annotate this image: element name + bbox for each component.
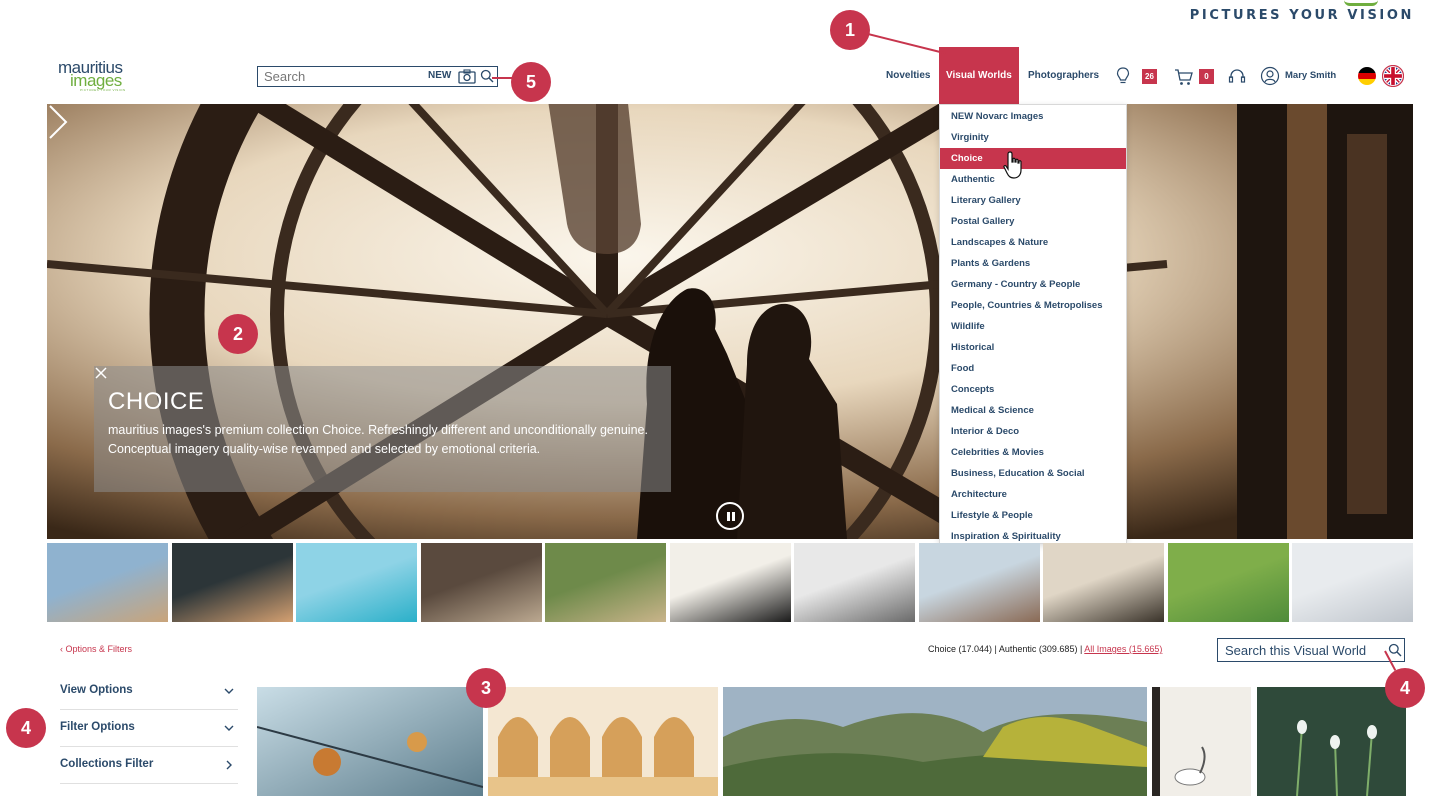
marker-4-left: 4 <box>6 708 46 748</box>
thumbnail-strip <box>47 543 1413 622</box>
count-all-images[interactable]: All Images (15.665) <box>1084 644 1162 654</box>
dropdown-item[interactable]: Medical & Science <box>940 400 1126 421</box>
thumb-feathers[interactable] <box>794 543 915 622</box>
dropdown-item[interactable]: Lifestyle & People <box>940 505 1126 526</box>
search-input[interactable] <box>264 68 414 85</box>
camera-icon[interactable] <box>458 69 476 84</box>
caption-text: mauritius images's premium collection Ch… <box>108 423 648 456</box>
grid-image-frost-leaves[interactable] <box>257 687 483 796</box>
thumb-silhouette[interactable] <box>1043 543 1164 622</box>
lightbox-count-badge: 26 <box>1142 69 1157 84</box>
dropdown-item[interactable]: Authentic <box>940 169 1126 190</box>
new-badge: NEW <box>428 70 452 81</box>
dropdown-item[interactable]: Wildlife <box>940 316 1126 337</box>
search-icon[interactable] <box>1388 643 1402 657</box>
visual-world-search-input[interactable] <box>1225 642 1385 659</box>
thumb-fence[interactable] <box>421 543 542 622</box>
thumb-selfie[interactable] <box>172 543 293 622</box>
brand-tagline: PICTURES YOUR VISION <box>1189 8 1414 23</box>
dropdown-item[interactable]: Postal Gallery <box>940 211 1126 232</box>
thumb-pool[interactable] <box>296 543 417 622</box>
grid-image-mosque-arches[interactable] <box>488 687 718 796</box>
chevron-right-icon <box>226 760 232 770</box>
filter-options-label: Filter Options <box>60 721 135 733</box>
filter-options-toggle[interactable]: Filter Options <box>60 710 238 747</box>
thumb-river-aerial[interactable] <box>1168 543 1289 622</box>
grid-image-swan[interactable] <box>1152 687 1251 796</box>
collection-counts: Choice (17.044) | Authentic (309.685) | … <box>928 644 1162 654</box>
dropdown-item[interactable]: Celebrities & Movies <box>940 442 1126 463</box>
flag-uk-icon[interactable] <box>1382 65 1404 87</box>
dropdown-item[interactable]: NEW Novarc Images <box>940 106 1126 127</box>
dropdown-item[interactable]: Landscapes & Nature <box>940 232 1126 253</box>
visual-world-search-box <box>1217 638 1405 662</box>
headset-icon[interactable] <box>1228 68 1246 86</box>
dropdown-item[interactable]: Germany - Country & People <box>940 274 1126 295</box>
hero-caption: CHOICE mauritius images's premium collec… <box>94 366 671 492</box>
chevron-right-icon[interactable] <box>47 104 69 140</box>
cart-icon[interactable] <box>1174 68 1194 86</box>
nav-visual-worlds[interactable]: Visual Worlds <box>939 47 1019 104</box>
user-name[interactable]: Mary Smith <box>1285 70 1336 81</box>
marker-2: 2 <box>218 314 258 354</box>
collections-filter-label: Collections Filter <box>60 758 154 770</box>
lightbulb-icon[interactable] <box>1116 66 1130 86</box>
marker-4-right: 4 <box>1385 668 1425 708</box>
count-choice[interactable]: Choice (17.044) <box>928 644 992 654</box>
thumb-clock[interactable] <box>670 543 791 622</box>
user-icon[interactable] <box>1260 66 1280 86</box>
marker-3: 3 <box>466 668 506 708</box>
thumb-elderly-man[interactable] <box>919 543 1040 622</box>
flag-de-icon[interactable] <box>1357 66 1377 86</box>
thumb-elephant-snow[interactable] <box>1292 543 1413 622</box>
thumb-man-desert[interactable] <box>47 543 168 622</box>
nav-novelties[interactable]: Novelties <box>886 47 930 104</box>
dropdown-item[interactable]: People, Countries & Metropolises <box>940 295 1126 316</box>
chevron-down-icon <box>224 688 234 694</box>
collections-filter-toggle[interactable]: Collections Filter <box>60 747 238 784</box>
thumb-picnic[interactable] <box>545 543 666 622</box>
count-authentic[interactable]: Authentic (309.685) <box>999 644 1078 654</box>
marker-1: 1 <box>830 10 870 50</box>
dropdown-item[interactable]: Business, Education & Social <box>940 463 1126 484</box>
caption-title: CHOICE <box>108 388 205 415</box>
dropdown-item[interactable]: Concepts <box>940 379 1126 400</box>
logo[interactable]: mauritius images PICTURES YOUR VISION <box>58 58 148 94</box>
tagline-swoosh-icon <box>1344 0 1378 6</box>
dropdown-item[interactable]: Historical <box>940 337 1126 358</box>
grid-image-snowdrops[interactable] <box>1257 687 1406 796</box>
dropdown-item[interactable]: Food <box>940 358 1126 379</box>
visual-worlds-dropdown: NEW Novarc Images Virginity Choice Authe… <box>939 104 1127 544</box>
dropdown-item[interactable]: Virginity <box>940 127 1126 148</box>
view-options-label: View Options <box>60 684 133 696</box>
close-icon[interactable] <box>94 366 108 380</box>
pause-icon[interactable] <box>716 502 744 530</box>
cart-count-badge: 0 <box>1199 69 1214 84</box>
options-filters-link[interactable]: ‹ Options & Filters <box>60 644 132 654</box>
marker-5: 5 <box>511 62 551 102</box>
grid-image-mountains[interactable] <box>723 687 1147 796</box>
count-separator: | <box>992 644 999 654</box>
hand-cursor-icon <box>1003 151 1022 179</box>
logo-subline: PICTURES YOUR VISION <box>80 88 126 92</box>
search-bar: NEW <box>257 66 498 87</box>
dropdown-item[interactable]: Plants & Gardens <box>940 253 1126 274</box>
nav-photographers[interactable]: Photographers <box>1028 47 1099 104</box>
dropdown-item[interactable]: Architecture <box>940 484 1126 505</box>
search-icon[interactable] <box>480 69 494 83</box>
dropdown-item[interactable]: Interior & Deco <box>940 421 1126 442</box>
view-options-toggle[interactable]: View Options <box>60 673 238 710</box>
chevron-down-icon <box>224 725 234 731</box>
dropdown-item[interactable]: Literary Gallery <box>940 190 1126 211</box>
dropdown-item-active[interactable]: Choice <box>940 148 1126 169</box>
